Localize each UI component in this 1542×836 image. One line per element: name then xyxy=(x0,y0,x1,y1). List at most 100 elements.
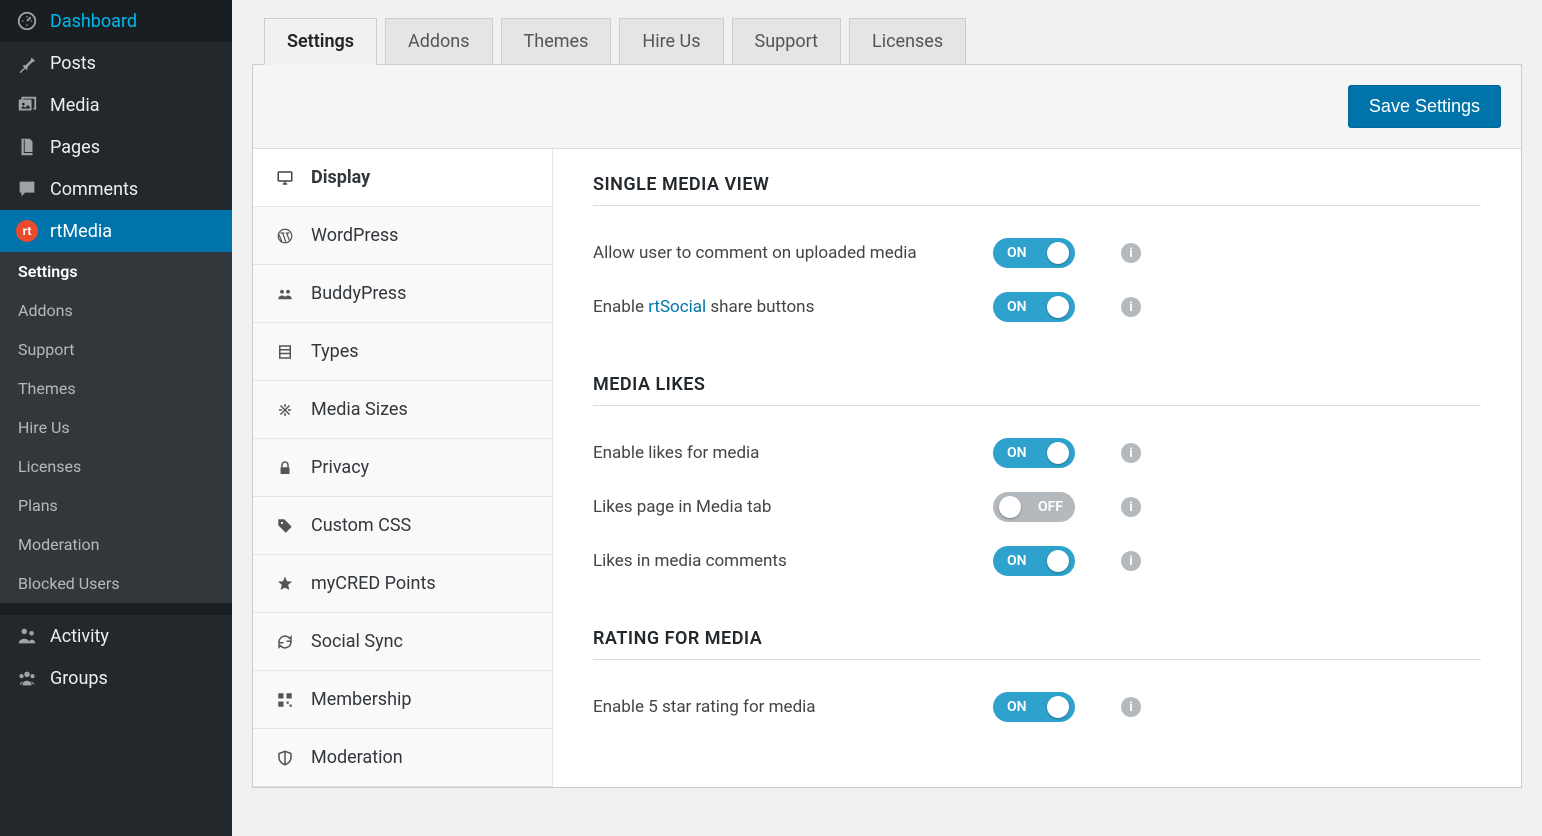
section-title-single-media: SINGLE MEDIA VIEW xyxy=(593,174,1481,195)
buddypress-icon xyxy=(275,285,295,303)
sidebar-sub-settings[interactable]: Settings xyxy=(0,252,232,291)
activity-icon xyxy=(14,625,40,647)
sidebar-item-media[interactable]: Media xyxy=(0,84,232,126)
lock-icon xyxy=(275,459,295,477)
main-content: Settings Addons Themes Hire Us Support L… xyxy=(232,0,1542,808)
comment-icon xyxy=(14,178,40,200)
toggle-rtsocial[interactable]: ON xyxy=(993,292,1075,322)
setting-row-enable-rating: Enable 5 star rating for media ON i xyxy=(593,680,1481,734)
setting-row-enable-likes: Enable likes for media ON i xyxy=(593,426,1481,480)
section-divider xyxy=(593,205,1481,206)
sidebar-sub-themes[interactable]: Themes xyxy=(0,369,232,408)
wordpress-icon xyxy=(275,227,295,245)
settings-nav-customcss[interactable]: Custom CSS xyxy=(253,497,552,555)
info-icon[interactable]: i xyxy=(1121,443,1141,463)
sidebar-item-label: Pages xyxy=(50,137,100,158)
media-sizes-icon xyxy=(275,401,295,419)
setting-label: Likes page in Media tab xyxy=(593,497,993,517)
sidebar-item-rtmedia[interactable]: rt rtMedia xyxy=(0,210,232,252)
info-icon[interactable]: i xyxy=(1121,243,1141,263)
admin-sidebar: Dashboard Posts Media Pages Comments rt … xyxy=(0,0,232,836)
sidebar-sub-addons[interactable]: Addons xyxy=(0,291,232,330)
settings-nav-display[interactable]: Display xyxy=(253,149,552,207)
settings-nav-socialsync[interactable]: Social Sync xyxy=(253,613,552,671)
info-icon[interactable]: i xyxy=(1121,551,1141,571)
panel-topbar: Save Settings xyxy=(253,65,1521,149)
rtsocial-link[interactable]: rtSocial xyxy=(648,297,706,317)
sidebar-item-posts[interactable]: Posts xyxy=(0,42,232,84)
tab-settings[interactable]: Settings xyxy=(264,18,377,65)
save-settings-button[interactable]: Save Settings xyxy=(1348,85,1501,128)
groups-icon xyxy=(14,667,40,689)
setting-label: Enable likes for media xyxy=(593,443,993,463)
sidebar-sub-plans[interactable]: Plans xyxy=(0,486,232,525)
setting-row-allow-comments: Allow user to comment on uploaded media … xyxy=(593,226,1481,280)
sidebar-sub-moderation[interactable]: Moderation xyxy=(0,525,232,564)
setting-label: Allow user to comment on uploaded media xyxy=(593,243,993,263)
types-icon xyxy=(275,343,295,361)
sidebar-item-label: Comments xyxy=(50,179,138,200)
section-title-media-likes: MEDIA LIKES xyxy=(593,374,1481,395)
sidebar-item-label: Posts xyxy=(50,53,96,74)
rtmedia-icon: rt xyxy=(14,220,40,242)
dashboard-icon xyxy=(14,10,40,32)
settings-nav-buddypress[interactable]: BuddyPress xyxy=(253,265,552,323)
toggle-allow-comments[interactable]: ON xyxy=(993,238,1075,268)
setting-label: Likes in media comments xyxy=(593,551,993,571)
settings-nav-moderation[interactable]: Moderation xyxy=(253,729,552,787)
setting-row-likes-comments: Likes in media comments ON i xyxy=(593,534,1481,588)
section-title-rating: RATING FOR MEDIA xyxy=(593,628,1481,649)
settings-nav-membership[interactable]: Membership xyxy=(253,671,552,729)
settings-nav-mediasizes[interactable]: Media Sizes xyxy=(253,381,552,439)
settings-nav-wordpress[interactable]: WordPress xyxy=(253,207,552,265)
toggle-enable-rating[interactable]: ON xyxy=(993,692,1075,722)
sidebar-item-label: rtMedia xyxy=(50,221,112,242)
sidebar-sub-hireus[interactable]: Hire Us xyxy=(0,408,232,447)
sidebar-item-dashboard[interactable]: Dashboard xyxy=(0,0,232,42)
setting-label: Enable 5 star rating for media xyxy=(593,697,993,717)
setting-row-rtsocial: Enable rtSocial share buttons ON i xyxy=(593,280,1481,334)
sidebar-sub-blockedusers[interactable]: Blocked Users xyxy=(0,564,232,603)
info-icon[interactable]: i xyxy=(1121,497,1141,517)
sidebar-item-label: Dashboard xyxy=(50,11,137,32)
settings-nav-types[interactable]: Types xyxy=(253,323,552,381)
toggle-enable-likes[interactable]: ON xyxy=(993,438,1075,468)
shield-icon xyxy=(275,749,295,767)
pin-icon xyxy=(14,52,40,74)
sidebar-item-comments[interactable]: Comments xyxy=(0,168,232,210)
tag-icon xyxy=(275,517,295,535)
section-divider xyxy=(593,405,1481,406)
info-icon[interactable]: i xyxy=(1121,297,1141,317)
tab-addons[interactable]: Addons xyxy=(385,18,493,65)
toggle-likes-comments[interactable]: ON xyxy=(993,546,1075,576)
sidebar-item-activity[interactable]: Activity xyxy=(0,615,232,657)
qr-icon xyxy=(275,691,295,709)
settings-panel: Save Settings Display WordPress BuddyPre… xyxy=(252,64,1522,788)
sidebar-sub-support[interactable]: Support xyxy=(0,330,232,369)
pages-icon xyxy=(14,136,40,158)
sidebar-item-groups[interactable]: Groups xyxy=(0,657,232,699)
setting-row-likes-page: Likes page in Media tab OFF i xyxy=(593,480,1481,534)
display-icon xyxy=(275,169,295,187)
sync-icon xyxy=(275,633,295,651)
media-icon xyxy=(14,94,40,116)
settings-subnav: Display WordPress BuddyPress Types Media… xyxy=(253,149,553,787)
info-icon[interactable]: i xyxy=(1121,697,1141,717)
settings-content: SINGLE MEDIA VIEW Allow user to comment … xyxy=(553,149,1521,787)
sidebar-item-label: Media xyxy=(50,95,100,116)
section-divider xyxy=(593,659,1481,660)
settings-nav-privacy[interactable]: Privacy xyxy=(253,439,552,497)
tab-licenses[interactable]: Licenses xyxy=(849,18,966,65)
tab-support[interactable]: Support xyxy=(732,18,842,65)
sidebar-submenu: Settings Addons Support Themes Hire Us L… xyxy=(0,252,232,603)
sidebar-sub-licenses[interactable]: Licenses xyxy=(0,447,232,486)
sidebar-item-label: Groups xyxy=(50,668,108,689)
sidebar-item-label: Activity xyxy=(50,626,109,647)
tab-themes[interactable]: Themes xyxy=(501,18,612,65)
top-tabs: Settings Addons Themes Hire Us Support L… xyxy=(252,0,1522,65)
settings-nav-mycred[interactable]: myCRED Points xyxy=(253,555,552,613)
toggle-likes-page[interactable]: OFF xyxy=(993,492,1075,522)
tab-hireus[interactable]: Hire Us xyxy=(619,18,723,65)
setting-label: Enable rtSocial share buttons xyxy=(593,297,993,317)
sidebar-item-pages[interactable]: Pages xyxy=(0,126,232,168)
